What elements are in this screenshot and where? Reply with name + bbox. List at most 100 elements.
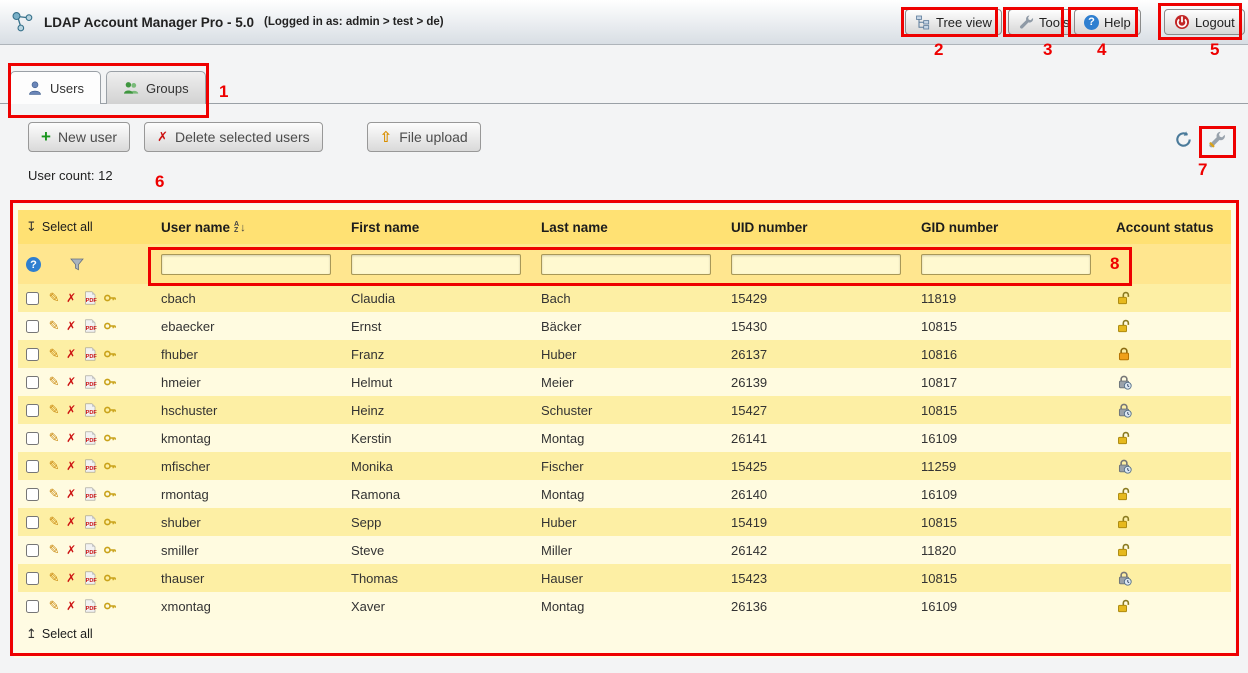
status-unlocked-icon[interactable] [1116, 290, 1132, 306]
delete-selected-users-button[interactable]: ✗ Delete selected users [144, 122, 323, 152]
row-select-checkbox[interactable] [26, 516, 39, 529]
password-key-icon[interactable] [103, 291, 117, 305]
row-select-checkbox[interactable] [26, 460, 39, 473]
tree-view-button[interactable]: Tree view [905, 9, 1002, 35]
delete-user-icon[interactable]: ✗ [66, 515, 76, 529]
new-user-button[interactable]: + New user [28, 122, 130, 152]
delete-user-icon[interactable]: ✗ [66, 375, 76, 389]
tab-groups[interactable]: Groups [106, 71, 206, 104]
pdf-export-icon[interactable]: PDF [83, 347, 97, 361]
status-locked-icon[interactable] [1116, 346, 1132, 362]
pdf-export-icon[interactable]: PDF [83, 459, 97, 473]
settings-wrench-icon[interactable] [1207, 130, 1226, 149]
row-select-checkbox[interactable] [26, 320, 39, 333]
password-key-icon[interactable] [103, 515, 117, 529]
select-all-bottom[interactable]: ↥ Select all [26, 626, 93, 642]
status-expired-icon[interactable] [1116, 402, 1132, 418]
status-unlocked-icon[interactable] [1116, 598, 1132, 614]
tools-button[interactable]: Tools [1008, 9, 1079, 35]
edit-user-icon[interactable]: ✎ [49, 598, 60, 614]
password-key-icon[interactable] [103, 571, 117, 585]
help-icon: ? [1084, 15, 1099, 30]
password-key-icon[interactable] [103, 431, 117, 445]
row-select-checkbox[interactable] [26, 488, 39, 501]
help-label: Help [1104, 15, 1131, 30]
delete-user-icon[interactable]: ✗ [66, 487, 76, 501]
delete-user-icon[interactable]: ✗ [66, 459, 76, 473]
pdf-export-icon[interactable]: PDF [83, 571, 97, 585]
status-unlocked-icon[interactable] [1116, 430, 1132, 446]
delete-user-icon[interactable]: ✗ [66, 319, 76, 333]
delete-user-icon[interactable]: ✗ [66, 431, 76, 445]
delete-user-icon[interactable]: ✗ [66, 403, 76, 417]
filter-last-name-input[interactable] [541, 254, 711, 275]
pdf-export-icon[interactable]: PDF [83, 431, 97, 445]
password-key-icon[interactable] [103, 459, 117, 473]
edit-user-icon[interactable]: ✎ [49, 542, 60, 558]
edit-user-icon[interactable]: ✎ [49, 402, 60, 418]
row-select-checkbox[interactable] [26, 432, 39, 445]
delete-user-icon[interactable]: ✗ [66, 543, 76, 557]
pdf-export-icon[interactable]: PDF [83, 515, 97, 529]
column-header-last-name: Last name [533, 210, 723, 244]
password-key-icon[interactable] [103, 375, 117, 389]
password-key-icon[interactable] [103, 403, 117, 417]
delete-user-icon[interactable]: ✗ [66, 347, 76, 361]
file-upload-button[interactable]: ⇧ File upload [367, 122, 481, 152]
edit-user-icon[interactable]: ✎ [49, 318, 60, 334]
filter-help-icon[interactable]: ? [26, 257, 41, 272]
password-key-icon[interactable] [103, 543, 117, 557]
status-expired-icon[interactable] [1116, 458, 1132, 474]
pdf-export-icon[interactable]: PDF [83, 291, 97, 305]
edit-user-icon[interactable]: ✎ [49, 374, 60, 390]
select-all-bottom-label: Select all [42, 627, 93, 641]
pdf-export-icon[interactable]: PDF [83, 319, 97, 333]
password-key-icon[interactable] [103, 319, 117, 333]
filter-first-name-input[interactable] [351, 254, 521, 275]
row-select-checkbox[interactable] [26, 404, 39, 417]
row-select-checkbox[interactable] [26, 348, 39, 361]
status-unlocked-icon[interactable] [1116, 542, 1132, 558]
status-unlocked-icon[interactable] [1116, 486, 1132, 502]
pdf-export-icon[interactable]: PDF [83, 543, 97, 557]
pdf-export-icon[interactable]: PDF [83, 403, 97, 417]
row-select-checkbox[interactable] [26, 376, 39, 389]
password-key-icon[interactable] [103, 487, 117, 501]
column-header-user-name[interactable]: User nameAZ↓ [153, 210, 343, 244]
row-select-checkbox[interactable] [26, 544, 39, 557]
help-button[interactable]: ? Help [1074, 9, 1141, 35]
edit-user-icon[interactable]: ✎ [49, 458, 60, 474]
password-key-icon[interactable] [103, 599, 117, 613]
edit-user-icon[interactable]: ✎ [49, 514, 60, 530]
status-expired-icon[interactable] [1116, 374, 1132, 390]
edit-user-icon[interactable]: ✎ [49, 430, 60, 446]
select-all-top[interactable]: ↧ Select all [26, 219, 93, 235]
tab-users[interactable]: Users [10, 71, 101, 104]
filter-user-name-input[interactable] [161, 254, 331, 275]
row-select-checkbox[interactable] [26, 600, 39, 613]
filter-uid-number-input[interactable] [731, 254, 901, 275]
row-select-checkbox[interactable] [26, 292, 39, 305]
edit-user-icon[interactable]: ✎ [49, 346, 60, 362]
row-select-checkbox[interactable] [26, 572, 39, 585]
svg-text:PDF: PDF [85, 606, 96, 612]
delete-user-icon[interactable]: ✗ [66, 571, 76, 585]
filter-funnel-icon[interactable] [69, 256, 85, 272]
delete-user-icon[interactable]: ✗ [66, 599, 76, 613]
refresh-icon[interactable] [1174, 130, 1193, 149]
status-expired-icon[interactable] [1116, 570, 1132, 586]
filter-gid-number-input[interactable] [921, 254, 1091, 275]
pdf-export-icon[interactable]: PDF [83, 599, 97, 613]
edit-user-icon[interactable]: ✎ [49, 290, 60, 306]
tab-groups-label: Groups [146, 81, 189, 96]
status-unlocked-icon[interactable] [1116, 318, 1132, 334]
logout-button[interactable]: Logout [1164, 9, 1245, 35]
pdf-export-icon[interactable]: PDF [83, 375, 97, 389]
delete-user-icon[interactable]: ✗ [66, 291, 76, 305]
password-key-icon[interactable] [103, 347, 117, 361]
edit-user-icon[interactable]: ✎ [49, 486, 60, 502]
edit-user-icon[interactable]: ✎ [49, 570, 60, 586]
table-row: ✎ ✗ PDF fhuber Franz Huber 26137 10816 [18, 340, 1231, 368]
status-unlocked-icon[interactable] [1116, 514, 1132, 530]
pdf-export-icon[interactable]: PDF [83, 487, 97, 501]
